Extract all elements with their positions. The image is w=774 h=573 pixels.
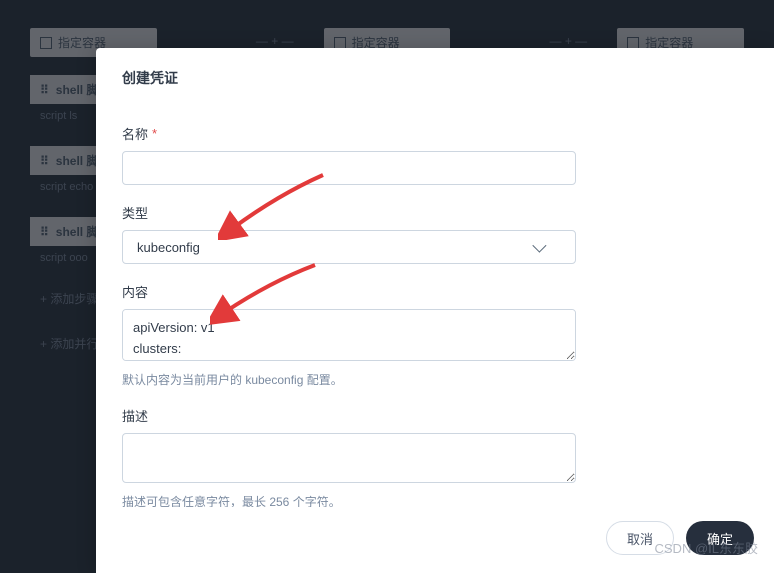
content-help: 默认内容为当前用户的 kubeconfig 配置。 bbox=[122, 371, 748, 388]
type-label: 类型 bbox=[122, 203, 148, 222]
type-selected-value: kubeconfig bbox=[137, 240, 200, 255]
modal-title: 创建凭证 bbox=[96, 48, 774, 100]
form-group-type: 类型 kubeconfig bbox=[122, 203, 748, 264]
type-select[interactable]: kubeconfig bbox=[122, 230, 576, 264]
chevron-down-icon bbox=[532, 239, 546, 253]
name-label: 名称 bbox=[122, 124, 148, 143]
description-label: 描述 bbox=[122, 406, 148, 425]
description-help: 描述可包含任意字符，最长 256 个字符。 bbox=[122, 493, 748, 507]
name-input[interactable] bbox=[122, 151, 576, 185]
cancel-button[interactable]: 取消 bbox=[606, 521, 674, 555]
form-group-description: 描述 描述可包含任意字符，最长 256 个字符。 bbox=[122, 406, 748, 507]
create-credential-modal: 创建凭证 名称 * 类型 kubeconfig 内容 默认内容为当前用户的 ku… bbox=[96, 48, 774, 573]
content-label: 内容 bbox=[122, 282, 148, 301]
form-group-name: 名称 * bbox=[122, 124, 748, 185]
form-group-content: 内容 默认内容为当前用户的 kubeconfig 配置。 bbox=[122, 282, 748, 388]
description-textarea[interactable] bbox=[122, 433, 576, 483]
confirm-button[interactable]: 确定 bbox=[686, 521, 754, 555]
required-icon: * bbox=[152, 126, 157, 141]
content-textarea[interactable] bbox=[122, 309, 576, 361]
modal-footer: 取消 确定 bbox=[96, 507, 774, 573]
modal-body: 名称 * 类型 kubeconfig 内容 默认内容为当前用户的 kubecon… bbox=[96, 100, 774, 507]
